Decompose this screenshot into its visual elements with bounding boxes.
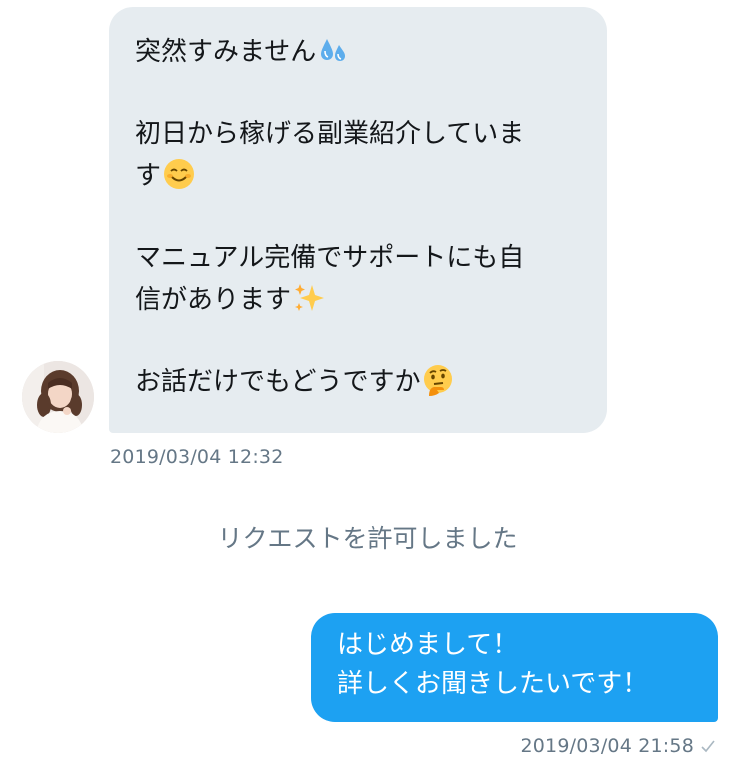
message-text: 信があります <box>135 285 292 315</box>
incoming-paragraph-3: マニュアル完備でサポートにも自 信があります <box>135 237 581 321</box>
smiling-face-icon <box>164 158 195 189</box>
incoming-message-bubble[interactable]: 突然すみません 初日から稼げる副業紹介していま す マニュアル完備でサポートにも… <box>109 7 607 433</box>
request-accepted-note: リクエストを許可しました <box>217 524 518 553</box>
avatar-photo <box>22 361 94 433</box>
incoming-paragraph-1: 突然すみません <box>135 31 581 73</box>
message-text: 初日から稼げる副業紹介していま <box>135 119 525 149</box>
outgoing-meta: 2019/03/04 21:58 <box>520 735 716 757</box>
message-text: 突然すみません <box>135 37 317 67</box>
avatar[interactable] <box>22 361 94 433</box>
message-text: マニュアル完備でサポートにも自 <box>135 243 525 273</box>
sweat-droplets-icon <box>321 38 346 61</box>
outgoing-message-bubble[interactable]: はじめまして！ 詳しくお聞きしたいです！ <box>311 613 718 722</box>
message-text: 詳しくお聞きしたいです！ <box>337 669 649 699</box>
incoming-timestamp: 2019/03/04 12:32 <box>110 446 284 468</box>
incoming-paragraph-2: 初日から稼げる副業紹介していま す <box>135 113 581 197</box>
message-text: はじめまして！ <box>337 630 519 660</box>
message-text: お話だけでもどうですか <box>135 367 421 397</box>
thinking-face-icon <box>424 364 453 396</box>
sparkles-icon <box>295 283 325 311</box>
message-text: す <box>135 161 162 191</box>
check-icon <box>701 740 715 753</box>
incoming-paragraph-4: お話だけでもどうですか <box>135 361 581 403</box>
outgoing-timestamp: 2019/03/04 21:58 <box>520 735 694 757</box>
dm-conversation: 突然すみません 初日から稼げる副業紹介していま す マニュアル完備でサポートにも… <box>0 0 735 761</box>
